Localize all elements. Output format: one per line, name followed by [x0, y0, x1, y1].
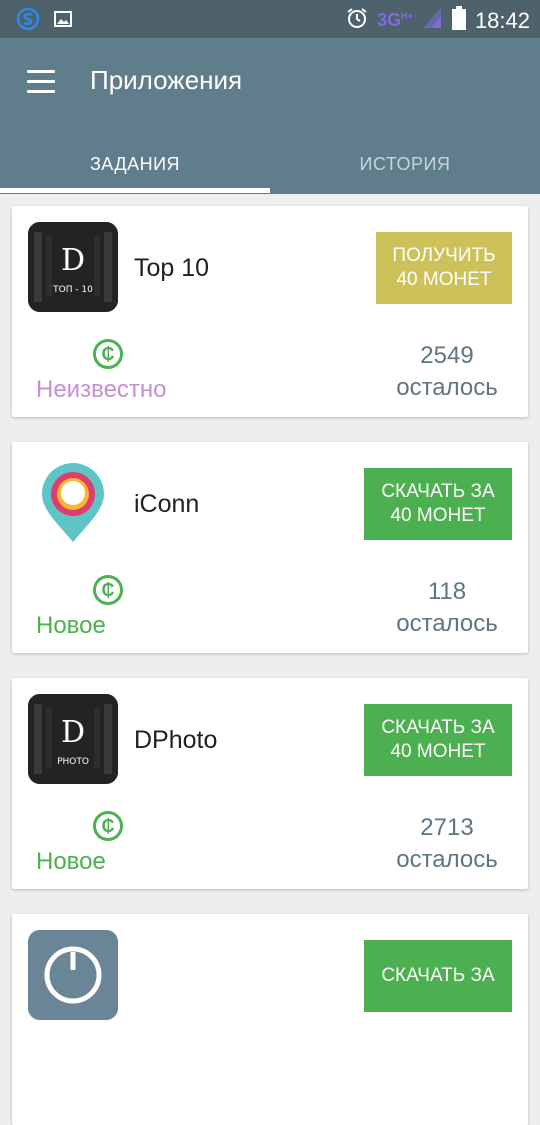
svg-text:PHOTO: PHOTO [57, 757, 89, 767]
remaining-count: 118 [427, 578, 467, 605]
button-line2: 40 МОНЕТ [396, 269, 492, 290]
task-card[interactable]: D PHOTO DPhoto СКАЧАТЬ ЗА 40 МОНЕТ ₵ Ново… [12, 678, 528, 889]
app-icon-partial [28, 930, 118, 1020]
app-name: DPhoto [134, 726, 218, 754]
get-coins-button[interactable]: ПОЛУЧИТЬ 40 МОНЕТ [376, 232, 512, 304]
page-title: Приложения [90, 65, 243, 95]
button-line2: 40 МОНЕТ [390, 505, 486, 526]
coin-icon: ₵ [93, 575, 123, 605]
remaining-count: 2549 [420, 342, 474, 369]
alarm-icon [345, 6, 369, 35]
tab-tasks-label: ЗАДАНИЯ [89, 153, 181, 174]
remaining-count: 2713 [420, 814, 474, 841]
app-icon-top10: D ТОП - 10 [28, 222, 118, 312]
hamburger-menu-icon[interactable] [24, 68, 60, 98]
download-button[interactable]: СКАЧАТЬ ЗА [364, 940, 512, 1012]
app-name: iConn [134, 490, 200, 518]
button-line2: 40 МОНЕТ [390, 741, 486, 762]
clock: 18:42 [474, 7, 530, 33]
svg-text:D: D [61, 715, 85, 750]
task-card[interactable]: iConn СКАЧАТЬ ЗА 40 МОНЕТ ₵ Новое 118 ост… [12, 442, 528, 653]
status-label: Новое [36, 848, 106, 875]
app-bar: Приложения ЗАДАНИЯ ИСТОРИЯ [0, 38, 540, 194]
status-label: Новое [36, 612, 106, 639]
image-icon [54, 10, 72, 33]
button-line1: СКАЧАТЬ ЗА [381, 717, 495, 738]
remaining-label: осталось [396, 610, 498, 637]
remaining-label: осталось [396, 846, 498, 873]
coin-icon: ₵ [93, 339, 123, 369]
task-card[interactable]: СКАЧАТЬ ЗА [12, 914, 528, 1125]
download-button[interactable]: СКАЧАТЬ ЗА 40 МОНЕТ [364, 704, 512, 776]
tab-history[interactable]: ИСТОРИЯ [270, 134, 540, 194]
remaining-label: осталось [396, 374, 498, 401]
app-name: Top 10 [134, 254, 210, 282]
app-icon-iconn [28, 458, 118, 548]
button-line1: СКАЧАТЬ ЗА [381, 481, 495, 502]
button-line1: ПОЛУЧИТЬ [392, 245, 496, 266]
tab-history-label: ИСТОРИЯ [359, 153, 451, 174]
battery-icon [451, 5, 467, 36]
tab-indicator [0, 188, 270, 193]
task-card[interactable]: D ТОП - 10 Top 10 ПОЛУЧИТЬ 40 МОНЕТ ₵ Неи… [12, 206, 528, 417]
svg-text:ТОП - 10: ТОП - 10 [52, 285, 93, 295]
status-label: Неизвестно [36, 376, 167, 403]
button-line1: СКАЧАТЬ ЗА [381, 965, 495, 986]
tab-tasks[interactable]: ЗАДАНИЯ [0, 134, 270, 194]
status-bar: 3GH+ 18:42 [0, 0, 540, 38]
download-button[interactable]: СКАЧАТЬ ЗА 40 МОНЕТ [364, 468, 512, 540]
signal-icon [421, 6, 443, 35]
coin-icon: ₵ [93, 811, 123, 841]
network-type: 3GH+ [377, 10, 413, 30]
sync-icon [16, 7, 40, 36]
svg-text:D: D [61, 243, 85, 278]
app-icon-dphoto: D PHOTO [28, 694, 118, 784]
